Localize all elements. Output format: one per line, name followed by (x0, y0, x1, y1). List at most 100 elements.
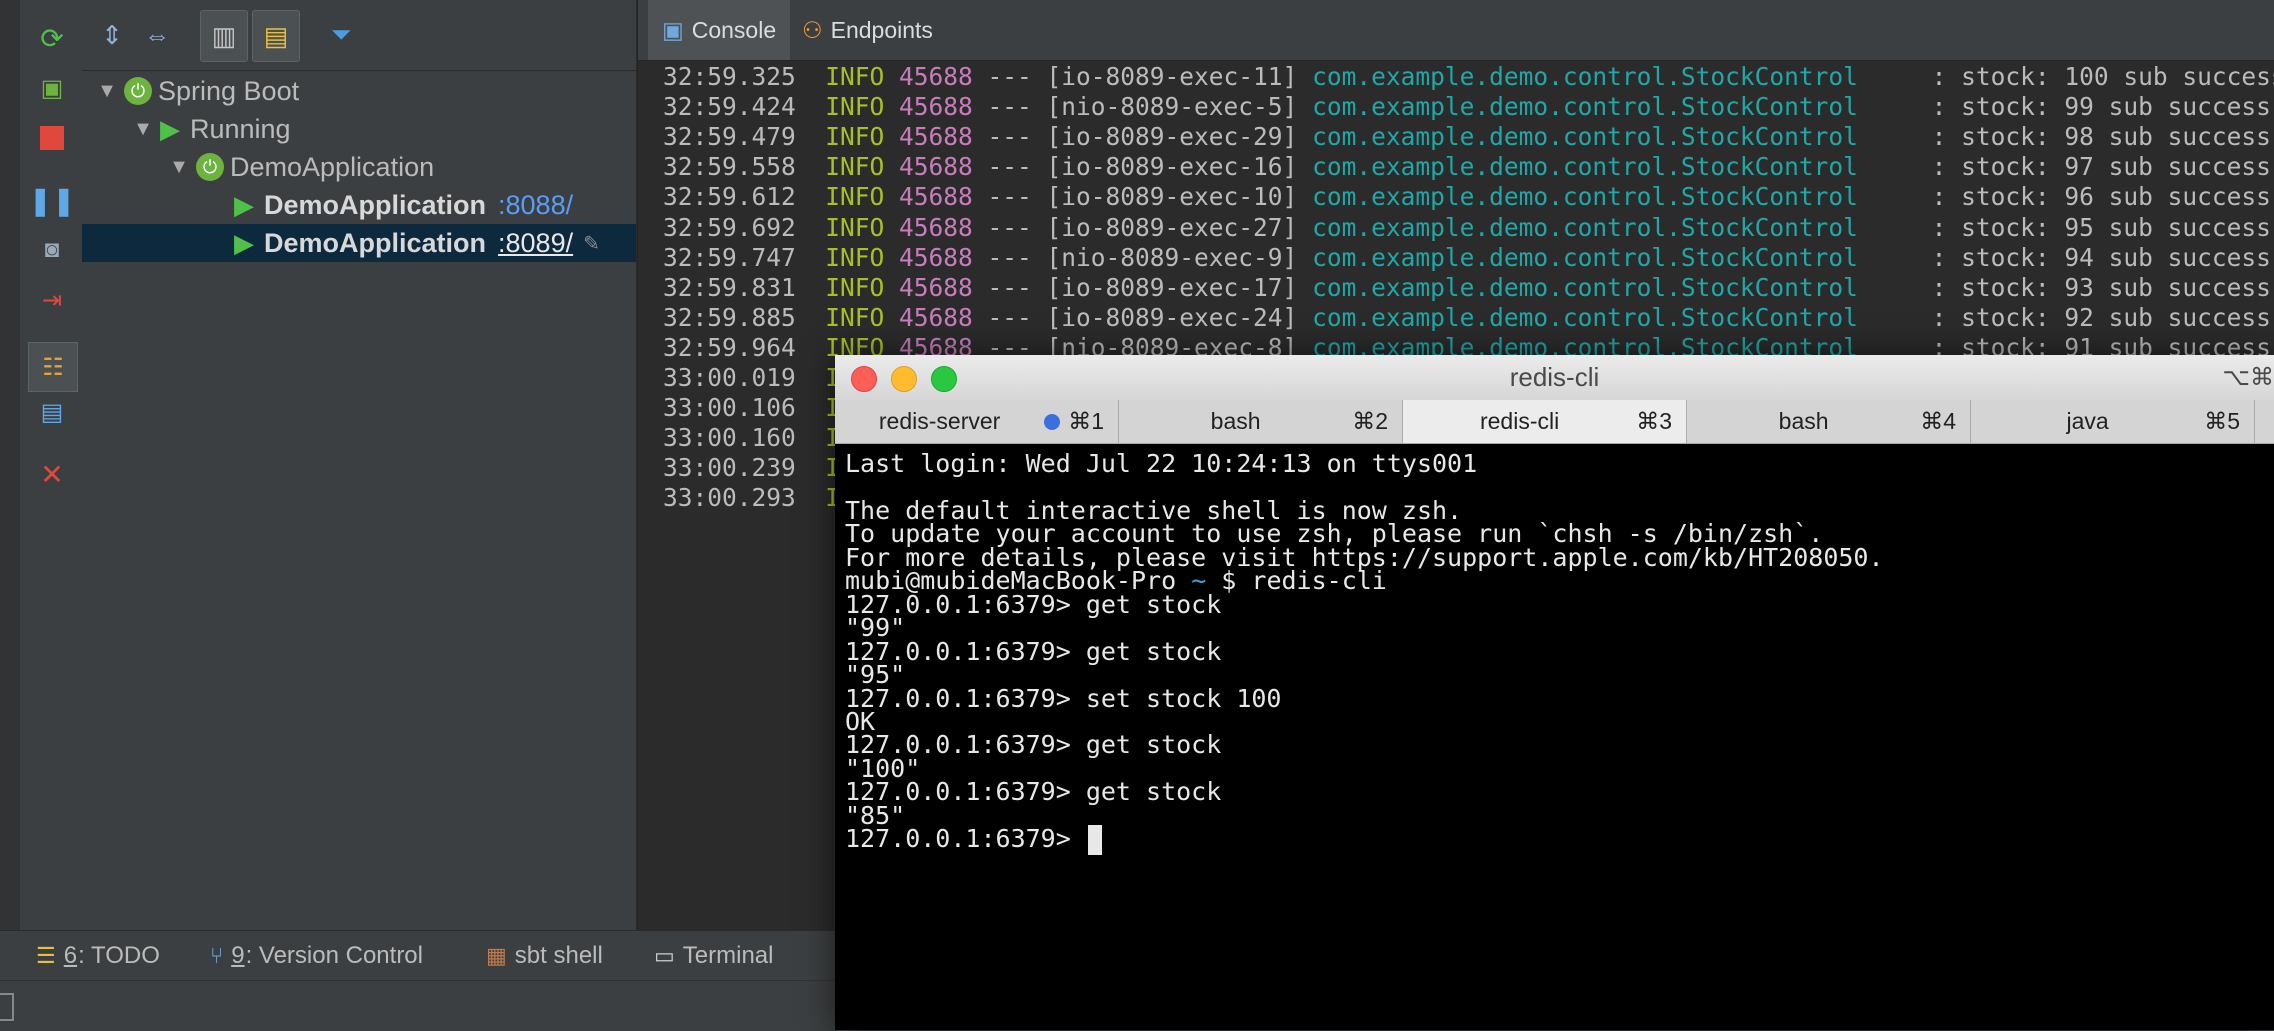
status-toggle-icon[interactable] (0, 993, 14, 1021)
terminal-label: Terminal (682, 942, 774, 969)
tab-console-label: Console (691, 16, 777, 43)
log-message: : stock: 95 sub success to 94 (1931, 212, 2271, 242)
close-window-button[interactable] (851, 366, 877, 392)
group-by-type-icon[interactable]: ▤ (252, 10, 300, 62)
terminal-tool-button[interactable]: ▭ Terminal (654, 931, 774, 981)
terminal-tabbar: redis-server ⌘1 bash ⌘2 redis-cli ⌘3 bas… (835, 400, 2274, 444)
close-icon[interactable]: ✕ (32, 454, 72, 494)
todo-tool-button[interactable]: ☰ 6 : TODO (36, 931, 160, 981)
log-message: : stock: 92 sub success to 91 (1931, 302, 2271, 332)
tree-item-running[interactable]: ▼ ▶ Running (82, 110, 636, 148)
terminal-tab-bash[interactable]: bash ⌘2 (1119, 400, 1403, 443)
log-class: com.example.demo.control.StockControl (1297, 212, 1858, 242)
log-thread: --- [io-8089-exec-27] (972, 212, 1298, 242)
tab-shortcut: ⌘5 (2204, 408, 2240, 434)
tab-shortcut: ⌘3 (1636, 408, 1672, 434)
log-line: 32:59.692 INFO 45688 --- [io-8089-exec-2… (663, 213, 2274, 243)
terminal-tab-redis-server[interactable]: redis-server ⌘1 (835, 400, 1119, 443)
log-time: 33:00.239 (663, 453, 796, 483)
filter-icon[interactable]: ⏷ (318, 10, 364, 60)
services-tree-pane: ⇕ ⇔ ▥ ▤ ⏷ ▼ ⏻ Spring Boot ▼ ▶ Running ▼ … (82, 0, 636, 930)
todo-icon: ☰ (36, 943, 56, 968)
tab-console[interactable]: ▣ Console (648, 0, 791, 60)
run-icon: ▶ (234, 189, 254, 220)
terminal-tab-java[interactable]: java ⌘5 (1971, 400, 2255, 443)
terminal-output[interactable]: Last login: Wed Jul 22 10:24:13 on ttys0… (835, 443, 2274, 1030)
branch-icon: ⑂ (210, 943, 224, 968)
tab-label: redis-server (878, 408, 1001, 434)
log-pid: 45688 (884, 122, 973, 152)
terminal-tab-redis-cli[interactable]: redis-cli ⌘3 (1403, 400, 1687, 443)
log-line: 32:59.885 INFO 45688 --- [io-8089-exec-2… (663, 303, 2274, 333)
rerun-icon[interactable]: ⟳ (32, 18, 72, 58)
tree-item-instance-8089[interactable]: ▶ DemoApplication :8089/ ✎ (82, 224, 636, 262)
camera-icon[interactable]: ◙ (32, 230, 72, 270)
collapse-all-icon[interactable]: ⇔ (137, 10, 177, 60)
tree-label-spring-boot: Spring Boot (158, 75, 300, 106)
terminal-window: redis-cli ⌥⌘ redis-server ⌘1 bash ⌘2 red… (835, 355, 2274, 1030)
log-thread: --- [io-8089-exec-16] (972, 152, 1298, 182)
pause-icon[interactable]: ❚❚ (29, 180, 76, 220)
chevron-down-icon[interactable]: ▼ (90, 80, 124, 103)
group-by-icon[interactable]: ▥ (200, 10, 248, 62)
spring-boot-icon: ⏻ (196, 153, 224, 181)
update-app-icon[interactable]: ▣ (32, 68, 72, 108)
vc-label: : Version Control (245, 942, 423, 969)
exit-icon[interactable]: ⇥ (32, 280, 72, 320)
tree-item-spring-boot[interactable]: ▼ ⏻ Spring Boot (82, 72, 636, 110)
log-level: INFO (795, 182, 885, 212)
chevron-down-icon[interactable]: ▼ (126, 118, 160, 141)
stop-icon[interactable] (32, 118, 72, 158)
log-time: 33:00.106 (663, 393, 796, 423)
log-pid: 45688 (884, 212, 973, 242)
window-shortcut: ⌥⌘ (2222, 364, 2274, 391)
run-toolbar: ⟳ ▣ ❚❚ ◙ ⇥ ☷ ▤ ✕ (20, 0, 83, 930)
tab-endpoints[interactable]: ⚇ Endpoints (788, 0, 947, 60)
tab-label: java (2066, 408, 2109, 434)
expand-all-icon[interactable]: ⇕ (92, 10, 132, 60)
layout-icon[interactable]: ☷ (28, 342, 78, 392)
log-class: com.example.demo.control.StockControl (1297, 92, 1858, 122)
tab-label: redis-cli (1479, 408, 1560, 434)
log-time: 33:00.293 (663, 483, 796, 513)
log-pid: 45688 (884, 62, 973, 91)
port-link[interactable]: :8088/ (498, 190, 573, 221)
sbt-shell-tool-button[interactable]: ▦ sbt shell (486, 931, 603, 981)
edit-icon[interactable]: ✎ (583, 231, 600, 256)
chevron-down-icon[interactable]: ▼ (162, 156, 196, 179)
log-level: INFO (795, 62, 885, 91)
terminal-line: 127.0.0.1:6379> (845, 824, 1102, 856)
log-pid: 45688 (884, 182, 973, 212)
zoom-window-button[interactable] (931, 366, 957, 392)
run-icon: ▶ (160, 113, 180, 144)
log-class: com.example.demo.control.StockControl (1297, 122, 1858, 152)
log-time: 33:00.019 (663, 363, 796, 392)
text-cursor (1087, 825, 1102, 856)
log-message: : stock: 99 sub success to 98 (1931, 92, 2271, 122)
log-line: 32:59.558 INFO 45688 --- [io-8089-exec-1… (663, 152, 2274, 182)
port-link[interactable]: :8089/ (498, 228, 573, 259)
vc-shortcut: 9 (231, 942, 245, 969)
log-message: : stock: 98 sub success to 97 (1931, 122, 2271, 152)
log-time: 32:59.424 (663, 92, 796, 122)
settings-layout-icon[interactable]: ▤ (32, 392, 72, 432)
log-thread: --- [io-8089-exec-24] (972, 302, 1298, 332)
instance-name: DemoApplication (264, 227, 487, 258)
log-time: 32:59.479 (663, 122, 796, 152)
terminal-titlebar: redis-cli ⌥⌘ (835, 355, 2274, 401)
log-line: 33:00.293 IN (663, 483, 855, 513)
log-thread: --- [io-8089-exec-10] (972, 182, 1298, 212)
tree-toolbar: ⇕ ⇔ ▥ ▤ ⏷ (82, 0, 636, 71)
tree-item-demo-application[interactable]: ▼ ⏻ DemoApplication (82, 148, 636, 186)
tree-item-instance-8088[interactable]: ▶ DemoApplication :8088/ (82, 186, 636, 224)
log-time: 32:59.747 (663, 242, 796, 272)
endpoints-icon: ⚇ (802, 16, 823, 43)
terminal-tab-bash-2[interactable]: bash ⌘4 (1687, 400, 1971, 443)
log-line: 33:00.160 IN (663, 423, 855, 453)
version-control-tool-button[interactable]: ⑂ 9 : Version Control (210, 931, 423, 981)
tab-shortcut: ⌘1 (1068, 408, 1104, 434)
spring-boot-icon: ⏻ (124, 77, 152, 105)
minimize-window-button[interactable] (891, 366, 917, 392)
log-level: INFO (795, 212, 885, 242)
log-pid: 45688 (884, 152, 973, 182)
